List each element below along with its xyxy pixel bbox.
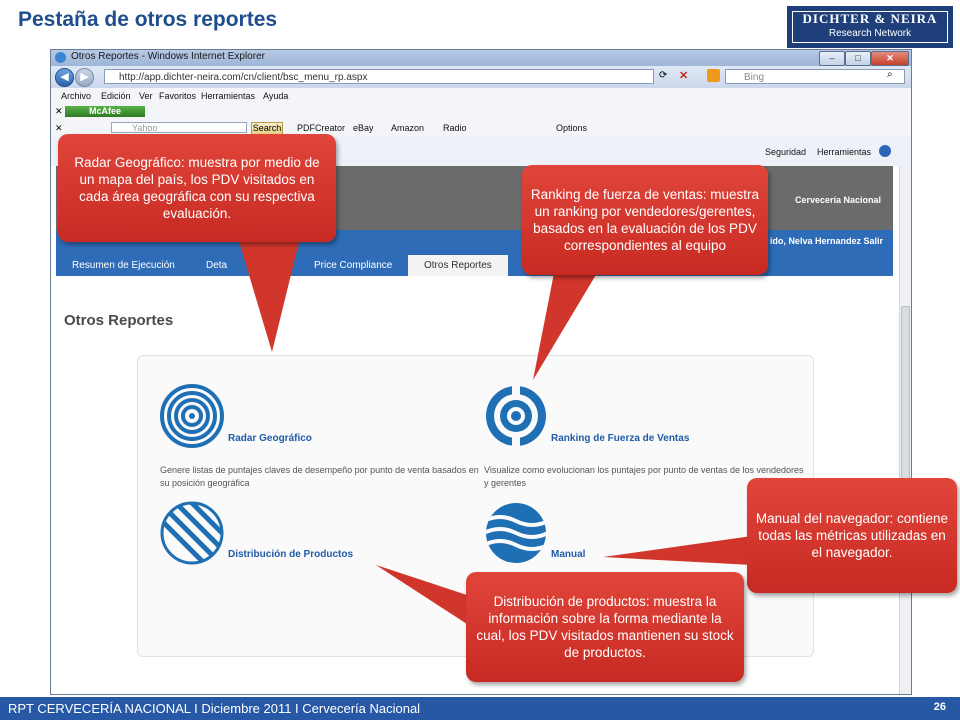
tab-detalle[interactable]: Deta xyxy=(206,255,227,276)
minimize-button[interactable]: – xyxy=(819,51,845,66)
close-toolbar-icon[interactable]: ✕ xyxy=(55,106,63,117)
tab-otros-reportes[interactable]: Otros Reportes xyxy=(408,255,508,276)
page-heading: Otros Reportes xyxy=(64,312,174,329)
slide-title: Pestaña de otros reportes xyxy=(18,8,278,31)
dichter-neira-logo: DICHTER & NEIRA Research Network xyxy=(787,6,953,48)
window-titlebar: Otros Reportes - Windows Internet Explor… xyxy=(51,50,911,66)
ranking-icon[interactable] xyxy=(484,384,548,448)
options-menu[interactable]: Options xyxy=(556,123,587,133)
help-icon[interactable] xyxy=(879,145,891,157)
mcafee-toolbar: ✕ McAfee xyxy=(51,104,911,120)
footer-text: RPT CERVECERÍA NACIONAL I Diciembre 2011… xyxy=(8,701,421,716)
tools-menu[interactable]: Herramientas xyxy=(817,147,871,157)
report-distribucion-productos[interactable]: Distribución de Productos xyxy=(228,549,353,560)
amazon-link[interactable]: Amazon xyxy=(391,123,424,133)
search-box[interactable]: Bing xyxy=(725,69,905,84)
forward-button[interactable]: ▶ xyxy=(75,68,94,87)
user-welcome: ido, Nelva Hernandez Salir xyxy=(770,236,883,246)
maximize-button[interactable]: □ xyxy=(845,51,871,66)
mcafee-button[interactable]: McAfee xyxy=(65,106,145,117)
stop-icon[interactable]: ✕ xyxy=(679,69,688,82)
menu-favoritos[interactable]: Favoritos xyxy=(159,91,196,101)
radio-link[interactable]: Radio xyxy=(443,123,467,133)
address-row: ◀ ▶ http://app.dichter-neira.com/cn/clie… xyxy=(51,66,911,88)
menu-ayuda[interactable]: Ayuda xyxy=(263,91,288,101)
welcome-prefix: ido, xyxy=(769,236,786,246)
window-title: Otros Reportes - Windows Internet Explor… xyxy=(71,51,265,62)
close-window-button[interactable]: ✕ xyxy=(871,51,909,66)
report-radar-description: Genere listas de puntajes claves de dese… xyxy=(160,465,479,488)
logo-line2: Research Network xyxy=(828,28,912,39)
page-scrollbar[interactable] xyxy=(899,166,911,694)
report-manual[interactable]: Manual xyxy=(551,549,585,560)
callout-ranking: Ranking de fuerza de ventas: muestra un … xyxy=(522,165,768,275)
security-menu[interactable]: Seguridad xyxy=(765,147,806,157)
back-button[interactable]: ◀ xyxy=(55,68,74,87)
pdfcreator-link[interactable]: PDFCreator xyxy=(297,123,345,133)
menu-herramientas[interactable]: Herramientas xyxy=(201,91,255,101)
logo-line1: DICHTER & NEIRA xyxy=(802,11,938,26)
slide-footer: RPT CERVECERÍA NACIONAL I Diciembre 2011… xyxy=(0,697,960,720)
report-radar-geografico[interactable]: Radar Geográfico xyxy=(228,433,312,444)
tab-price-compliance[interactable]: Price Compliance xyxy=(314,255,392,276)
menu-edicion[interactable]: Edición xyxy=(101,91,131,101)
menu-ver[interactable]: Ver xyxy=(139,91,153,101)
user-name: Nelva Hernandez xyxy=(788,236,861,246)
report-ranking-fuerza-ventas[interactable]: Ranking de Fuerza de Ventas xyxy=(551,433,689,444)
brand-name: Cervecería Nacional xyxy=(794,195,881,205)
bing-icon xyxy=(707,69,720,82)
yahoo-search-input[interactable]: Yahoo xyxy=(111,122,247,133)
ebay-link[interactable]: eBay xyxy=(353,123,374,133)
search-icon[interactable]: ⌕ xyxy=(887,69,893,80)
menu-bar: Archivo Edición Ver Favoritos Herramient… xyxy=(51,88,911,105)
callout-distribution: Distribución de productos: muestra la in… xyxy=(466,572,744,682)
ie-icon xyxy=(55,52,66,63)
menu-archivo[interactable]: Archivo xyxy=(61,91,91,101)
address-bar[interactable]: http://app.dichter-neira.com/cn/client/b… xyxy=(104,69,654,84)
refresh-icon[interactable]: ⟳ xyxy=(659,70,667,81)
close-toolbar-icon[interactable]: ✕ xyxy=(55,123,63,134)
callout-manual: Manual del navegador: contiene todas las… xyxy=(747,478,957,593)
callout-radar: Radar Geográfico: muestra por medio de u… xyxy=(58,134,336,242)
logout-link[interactable]: Salir xyxy=(863,236,883,246)
page-number: 26 xyxy=(933,701,946,713)
manual-icon[interactable] xyxy=(484,501,548,565)
radar-icon[interactable] xyxy=(160,384,224,448)
tab-resumen-ejecucion[interactable]: Resumen de Ejecución xyxy=(72,255,175,276)
distribution-icon[interactable] xyxy=(160,501,224,565)
